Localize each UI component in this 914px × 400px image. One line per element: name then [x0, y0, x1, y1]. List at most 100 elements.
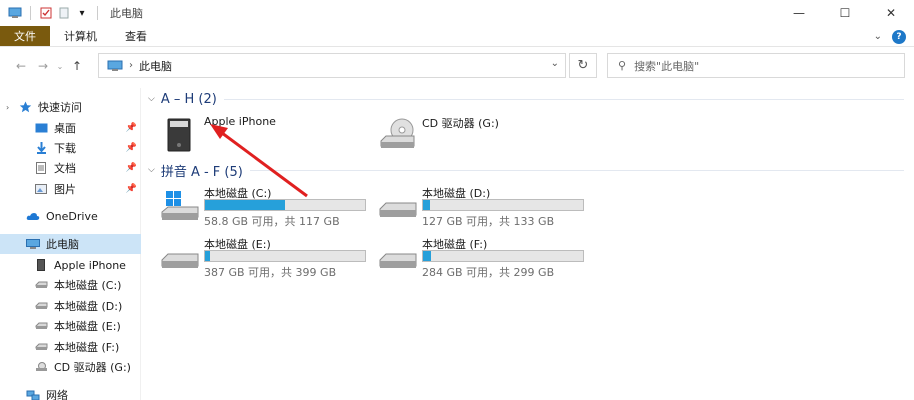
- sidebar-item-label: 文档: [54, 162, 76, 175]
- chevron-down-icon[interactable]: ⌄: [551, 58, 559, 69]
- sidebar-item-pictures[interactable]: 图片 📌: [0, 179, 141, 199]
- drive-icon: [34, 341, 48, 353]
- download-arrow-icon: [34, 142, 48, 154]
- device-apple-iphone[interactable]: Apple iPhone: [160, 115, 360, 155]
- navigation-pane: › 快速访问 桌面 📌 下载 📌 文档 📌 图片 📌 OneDrive 此电脑 …: [0, 88, 141, 400]
- explorer-app-icon[interactable]: [8, 6, 22, 20]
- sidebar-item-desktop[interactable]: 桌面 📌: [0, 118, 141, 138]
- sidebar-item-drive-c[interactable]: 本地磁盘 (C:): [0, 275, 141, 295]
- phone-device-icon: [34, 259, 48, 271]
- search-input[interactable]: ⚲ 搜索"此电脑": [607, 53, 905, 78]
- drive-icon: [379, 202, 417, 217]
- divider: [30, 6, 31, 20]
- close-button[interactable]: ✕: [868, 0, 914, 26]
- sidebar-item-quick-access[interactable]: › 快速访问: [0, 97, 141, 117]
- maximize-button[interactable]: ☐: [822, 0, 868, 26]
- pin-icon[interactable]: 📌: [126, 143, 137, 153]
- sidebar-item-label: 网络: [46, 389, 68, 400]
- tab-file[interactable]: 文件: [0, 26, 50, 46]
- cd-drive-icon: [34, 361, 48, 373]
- tab-view[interactable]: 查看: [111, 26, 161, 46]
- drive-usage-bar: [422, 250, 584, 262]
- expand-chevron-icon[interactable]: ›: [6, 103, 14, 112]
- sidebar-item-label: 下载: [54, 142, 76, 155]
- sidebar-item-apple-iphone[interactable]: Apple iPhone: [0, 255, 141, 275]
- drive-size-text: 387 GB 可用，共 399 GB: [204, 266, 337, 279]
- drive-usage-bar: [422, 199, 584, 211]
- pin-icon[interactable]: 📌: [126, 163, 137, 173]
- sidebar-item-drive-f[interactable]: 本地磁盘 (F:): [0, 337, 141, 357]
- sidebar-item-label: 本地磁盘 (D:): [54, 300, 123, 313]
- pictures-icon: [34, 183, 48, 195]
- sidebar-item-drive-e[interactable]: 本地磁盘 (E:): [0, 316, 141, 336]
- forward-arrow-icon[interactable]: →: [32, 59, 54, 73]
- divider: [97, 6, 98, 20]
- group-title: 拼音 A - F (5): [160, 164, 243, 180]
- collapse-chevron-icon[interactable]: ⌵: [148, 94, 155, 104]
- sidebar-item-this-pc[interactable]: 此电脑: [0, 234, 141, 254]
- sidebar-item-documents[interactable]: 文档 📌: [0, 158, 141, 178]
- chevron-right-icon[interactable]: ›: [129, 60, 133, 71]
- phone-device-icon: [167, 118, 191, 152]
- refresh-icon: ↻: [577, 58, 589, 73]
- drive-e[interactable]: 本地磁盘 (E:) 387 GB 可用，共 399 GB: [160, 236, 370, 279]
- sidebar-item-label: OneDrive: [46, 209, 98, 223]
- navigation-bar: ← → ⌄ ↑ › 此电脑 ⌄ ↻ ⚲ 搜索"此电脑": [0, 48, 914, 84]
- new-folder-icon[interactable]: [57, 6, 71, 20]
- properties-icon[interactable]: [39, 6, 53, 20]
- back-arrow-icon[interactable]: ←: [10, 59, 32, 73]
- tab-computer[interactable]: 计算机: [50, 26, 111, 46]
- window-title: 此电脑: [110, 7, 143, 20]
- sidebar-item-label: CD 驱动器 (G:): [54, 361, 131, 374]
- pin-icon[interactable]: 📌: [126, 123, 137, 133]
- collapse-chevron-icon[interactable]: ⌵: [148, 165, 155, 175]
- sidebar-item-drive-d[interactable]: 本地磁盘 (D:): [0, 296, 141, 316]
- drive-size-text: 58.8 GB 可用，共 117 GB: [204, 215, 340, 228]
- refresh-button[interactable]: ↻: [569, 53, 597, 78]
- search-icon: ⚲: [618, 59, 627, 72]
- address-bar[interactable]: › 此电脑 ⌄: [98, 53, 566, 78]
- group-header-a-h[interactable]: ⌵ A – H (2): [148, 89, 217, 109]
- drive-c[interactable]: 本地磁盘 (C:) 58.8 GB 可用，共 117 GB: [160, 185, 370, 228]
- drive-usage-fill: [423, 251, 431, 261]
- sidebar-item-label: 图片: [54, 183, 76, 196]
- this-pc-icon: [26, 238, 40, 250]
- item-label: CD 驱动器 (G:): [422, 117, 499, 130]
- up-arrow-icon[interactable]: ↑: [66, 59, 88, 73]
- title-bar: ▾ 此电脑 — ☐ ✕: [0, 0, 914, 26]
- address-path[interactable]: 此电脑: [139, 58, 172, 74]
- network-icon: [26, 389, 40, 400]
- sidebar-item-label: Apple iPhone: [54, 258, 126, 272]
- drive-size-text: 127 GB 可用，共 133 GB: [422, 215, 555, 228]
- sidebar-item-onedrive[interactable]: OneDrive: [0, 206, 141, 226]
- drive-usage-bar: [204, 250, 366, 262]
- drive-f[interactable]: 本地磁盘 (F:) 284 GB 可用，共 299 GB: [378, 236, 588, 279]
- drive-icon: [161, 253, 199, 268]
- search-placeholder: 搜索"此电脑": [634, 59, 700, 73]
- drive-usage-fill: [205, 251, 210, 261]
- group-divider: [250, 170, 904, 171]
- drive-size-text: 284 GB 可用，共 299 GB: [422, 266, 555, 279]
- sidebar-item-downloads[interactable]: 下载 📌: [0, 138, 141, 158]
- minimize-button[interactable]: —: [776, 0, 822, 26]
- file-view: ⌵ A – H (2) Apple iPhone CD 驱动器 (G:) ⌵ 拼…: [142, 88, 914, 400]
- customize-toolbar-icon[interactable]: ▾: [75, 6, 89, 20]
- quick-access-toolbar: ▾ 此电脑: [0, 0, 143, 26]
- sidebar-item-cd-drive-g[interactable]: CD 驱动器 (G:): [0, 357, 141, 377]
- sidebar-item-network[interactable]: 网络: [0, 385, 141, 400]
- group-header-pinyin-a-f[interactable]: ⌵ 拼音 A - F (5): [148, 160, 243, 180]
- recent-locations-chevron-icon[interactable]: ⌄: [54, 62, 66, 71]
- pin-icon[interactable]: 📌: [126, 184, 137, 194]
- drive-icon: [34, 300, 48, 312]
- window-controls: — ☐ ✕: [776, 0, 914, 26]
- sidebar-item-label: 桌面: [54, 122, 76, 135]
- drive-usage-fill: [205, 200, 285, 210]
- drive-icon: [34, 279, 48, 291]
- device-cd-drive-g[interactable]: CD 驱动器 (G:): [378, 115, 578, 155]
- drive-d[interactable]: 本地磁盘 (D:) 127 GB 可用，共 133 GB: [378, 185, 588, 228]
- star-icon: [18, 101, 32, 113]
- expand-ribbon-icon[interactable]: ⌄: [874, 31, 882, 42]
- help-icon[interactable]: ?: [892, 29, 906, 44]
- drive-icon: [379, 253, 417, 268]
- sidebar-item-label: 本地磁盘 (C:): [54, 279, 122, 292]
